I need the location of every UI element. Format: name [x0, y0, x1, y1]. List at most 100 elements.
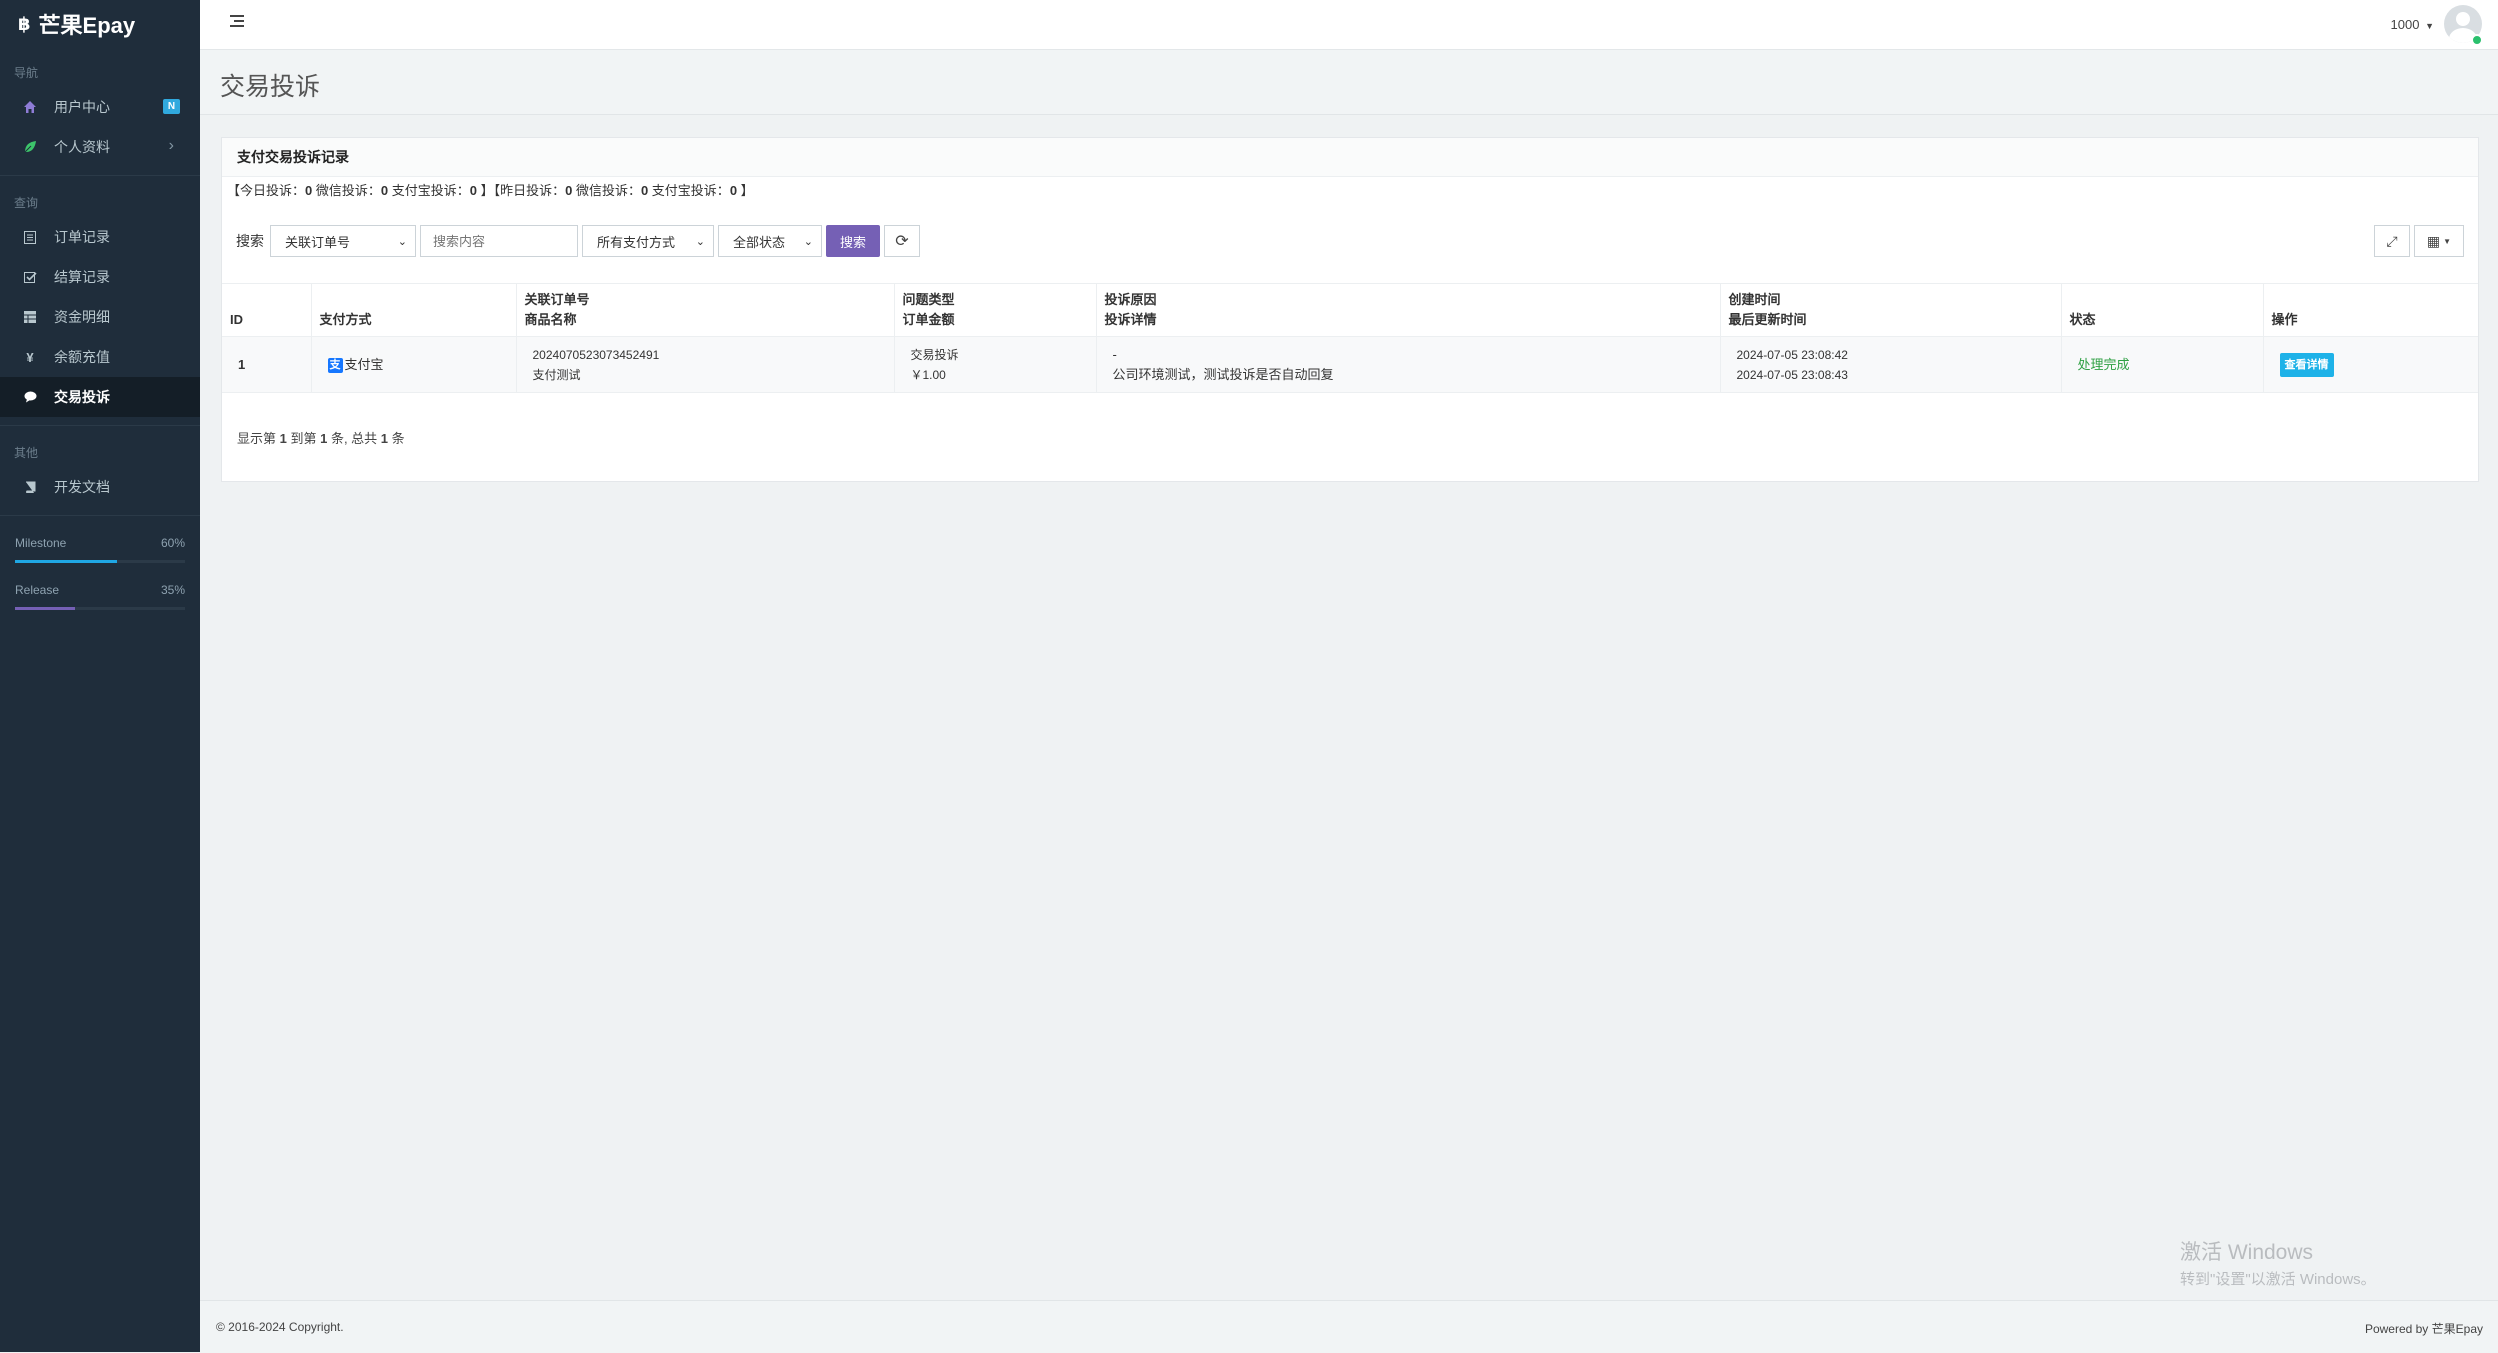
- sidebar-item-complaints[interactable]: 交易投诉: [0, 377, 200, 417]
- search-field-select[interactable]: 关联订单号 ⌄: [270, 225, 416, 257]
- refresh-button[interactable]: ⟳: [884, 225, 920, 257]
- nav-header-navigation: 导航: [14, 66, 39, 80]
- select-value: 所有支付方式: [597, 234, 676, 250]
- chevron-down-icon: ⌄: [397, 235, 407, 248]
- columns-toggle-button[interactable]: ▦ ▼: [2414, 225, 2464, 257]
- column-header-times[interactable]: 创建时间 最后更新时间: [1719, 283, 2061, 337]
- brand-logo[interactable]: ฿ 芒果Epay: [0, 0, 200, 48]
- pagination-text: 条: [388, 431, 405, 446]
- progress-value: 35%: [160, 583, 185, 597]
- nav-header-other: 其他: [14, 446, 39, 460]
- complaint-type: 交易投诉: [910, 347, 959, 362]
- sidebar-item-label: 开发文档: [54, 479, 110, 495]
- chevron-right-icon: ›: [168, 137, 174, 154]
- check-square-icon: [22, 269, 38, 285]
- progress-label: Release: [15, 583, 60, 597]
- search-button[interactable]: 搜索: [826, 225, 880, 257]
- stats-text: 【今日投诉：: [227, 183, 306, 198]
- panel-title: 支付交易投诉记录: [222, 138, 2478, 177]
- sidebar-item-docs[interactable]: 开发文档: [0, 467, 200, 507]
- cell-times: 2024-07-05 23:08:42 2024-07-05 23:08:43: [1719, 336, 2061, 393]
- pagination-text: 条, 总共: [327, 431, 381, 446]
- pagination-info: 显示第 1 到第 1 条, 总共 1 条: [237, 428, 405, 447]
- stats-value: 0: [729, 183, 738, 198]
- brand-name: 芒果Epay: [38, 13, 136, 38]
- column-header-action[interactable]: 操作: [2262, 283, 2478, 337]
- complaint-detail: 公司环境测试，测试投诉是否自动回复: [1112, 366, 1334, 382]
- grid-icon: ▦: [2426, 232, 2441, 249]
- progress-fill: [15, 607, 75, 610]
- stats-text: 支付宝投诉：: [648, 183, 730, 198]
- column-header-reason-detail[interactable]: 投诉原因 投诉详情: [1095, 283, 1720, 337]
- sidebar-item-label: 交易投诉: [54, 389, 110, 405]
- comment-icon: [22, 389, 38, 405]
- column-header-id[interactable]: ID: [222, 283, 311, 337]
- menu-toggle-icon[interactable]: [230, 15, 246, 31]
- sidebar-item-label: 结算记录: [54, 269, 110, 285]
- sidebar-divider: [0, 175, 200, 176]
- windows-activation-watermark: 激活 Windows 转到"设置"以激活 Windows。: [2180, 1236, 2376, 1289]
- cell-action: 查看详情: [2262, 336, 2478, 393]
- pay-method-text: 支付宝: [344, 357, 384, 372]
- home-icon: [22, 99, 38, 115]
- sidebar-item-profile[interactable]: 个人资料 ›: [0, 127, 200, 167]
- sidebar: ฿ 芒果Epay 导航 用户中心 N 个人资料 › 查询 订单记录 结算记录 资…: [0, 0, 200, 1352]
- fullscreen-button[interactable]: ⤢: [2374, 225, 2410, 257]
- caret-down-icon: ▼: [2425, 21, 2434, 31]
- updated-time: 2024-07-05 23:08:43: [1736, 367, 1848, 382]
- stats-text: 】: [737, 183, 754, 198]
- progress-fill: [15, 560, 117, 563]
- expand-icon: ⤢: [2386, 232, 2398, 249]
- sidebar-item-user-center[interactable]: 用户中心 N: [0, 87, 200, 127]
- order-amount: ￥1.00: [910, 367, 946, 382]
- complaint-reason: -: [1112, 346, 1117, 362]
- alipay-icon: 支: [327, 357, 343, 373]
- search-input[interactable]: [420, 225, 578, 257]
- footer: © 2016-2024 Copyright. Powered by 芒果Epay: [200, 1300, 2498, 1353]
- complaints-table: ID 支付方式 关联订单号 商品名称 问题类型 订单金额 投诉原因 投诉详情 创建时间…: [222, 283, 2478, 393]
- complaint-stats: 【今日投诉：0 微信投诉：0 支付宝投诉：0 】【昨日投诉：0 微信投诉：0 支…: [227, 180, 754, 199]
- stats-text: 微信投诉：: [572, 183, 641, 198]
- page-title: 交易投诉: [220, 73, 321, 101]
- sidebar-item-label: 用户中心: [54, 99, 110, 115]
- book-icon: [22, 479, 38, 495]
- powered-by: Powered by 芒果Epay: [2364, 1322, 2483, 1336]
- progress-track: [15, 607, 185, 610]
- status-select[interactable]: 全部状态 ⌄: [718, 225, 822, 257]
- yen-icon: ¥: [26, 349, 34, 365]
- copyright: © 2016-2024 Copyright.: [216, 1320, 344, 1334]
- stats-text: 微信投诉：: [312, 183, 381, 198]
- column-header-pay-method[interactable]: 支付方式: [310, 283, 516, 337]
- column-header-order-product[interactable]: 关联订单号 商品名称: [515, 283, 894, 337]
- sidebar-item-label: 余额充值: [54, 349, 110, 365]
- caret-down-icon: ▼: [2443, 236, 2452, 246]
- sidebar-item-label: 资金明细: [54, 309, 110, 325]
- sidebar-item-label: 个人资料: [54, 139, 110, 155]
- status-badge: 处理完成: [2077, 356, 2130, 372]
- sidebar-item-recharge[interactable]: ¥ 余额充值: [0, 337, 200, 377]
- select-value: 关联订单号: [285, 234, 351, 250]
- select-value: 全部状态: [733, 234, 786, 250]
- refresh-icon: ⟳: [895, 233, 909, 250]
- table-tools: ⤢ ▦ ▼: [2374, 225, 2464, 257]
- progress-release: Release 35%: [0, 583, 200, 610]
- stats-value: 0: [469, 183, 477, 198]
- column-header-type-amount[interactable]: 问题类型 订单金额: [893, 283, 1096, 337]
- pay-method-select[interactable]: 所有支付方式 ⌄: [582, 225, 714, 257]
- sidebar-divider: [0, 515, 200, 516]
- user-menu[interactable]: 1000 ▼: [2391, 17, 2434, 32]
- order-number[interactable]: 2024070523073452491: [533, 345, 885, 365]
- sidebar-item-settlements[interactable]: 结算记录: [0, 257, 200, 297]
- cell-id: 1: [222, 336, 311, 393]
- search-toolbar: 搜索 关联订单号 ⌄ 所有支付方式 ⌄ 全部状态 ⌄ 搜索 ⟳: [236, 225, 920, 257]
- leaf-icon: [22, 139, 38, 155]
- chevron-down-icon: ⌄: [803, 235, 813, 248]
- sidebar-item-fund-details[interactable]: 资金明细: [0, 297, 200, 337]
- sidebar-item-orders[interactable]: 订单记录: [0, 217, 200, 257]
- view-detail-button[interactable]: 查看详情: [2279, 352, 2334, 377]
- user-name: 1000: [2390, 17, 2420, 32]
- column-header-status[interactable]: 状态: [2060, 283, 2263, 337]
- pagination-text: 显示第: [237, 431, 280, 446]
- table-row: 1 支 支付宝 2024070523073452491 支付测试 交易投诉 ￥1…: [222, 336, 2478, 393]
- pagination-number: 1: [380, 431, 389, 446]
